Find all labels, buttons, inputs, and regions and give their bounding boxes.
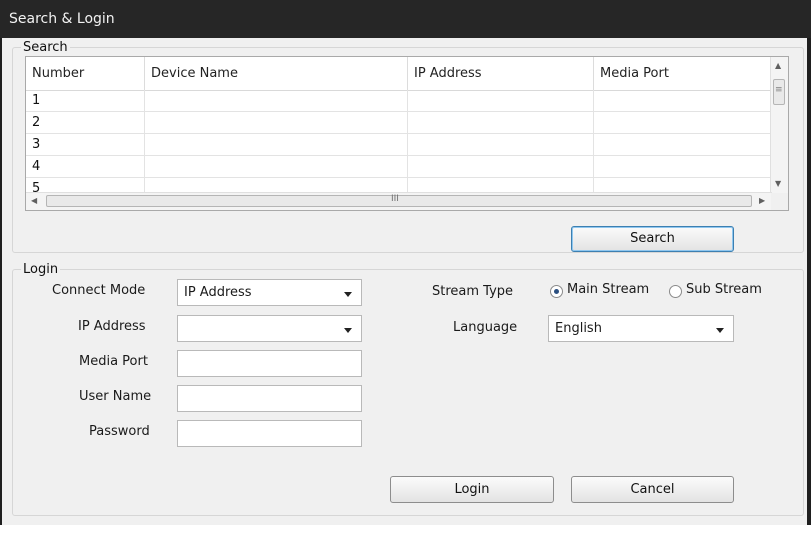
window-bottom-edge — [0, 525, 811, 539]
chevron-down-icon — [716, 328, 724, 333]
password-input[interactable] — [177, 420, 362, 447]
user-name-label: User Name — [79, 389, 152, 404]
cell-number: 4 — [26, 156, 145, 177]
cell-ip-address — [408, 112, 594, 133]
media-port-input[interactable] — [177, 350, 362, 377]
cell-media-port — [594, 156, 772, 177]
column-header-device-name[interactable]: Device Name — [145, 57, 408, 90]
cell-media-port — [594, 112, 772, 133]
chevron-down-icon — [344, 292, 352, 297]
sub-stream-radio[interactable] — [669, 285, 682, 298]
horizontal-scrollbar[interactable]: ◀ III ▶ — [26, 192, 772, 210]
device-table[interactable]: Number Device Name IP Address Media Port… — [25, 56, 789, 211]
language-select[interactable]: English — [548, 315, 734, 342]
scrollbar-corner — [771, 193, 788, 210]
login-group-title: Login — [21, 262, 61, 277]
user-name-input[interactable] — [177, 385, 362, 412]
search-login-window: Search & Login Search Number Device Name… — [0, 0, 811, 539]
ip-address-label: IP Address — [78, 319, 146, 334]
column-header-media-port[interactable]: Media Port — [594, 57, 772, 90]
table-row[interactable]: 3 — [26, 134, 772, 156]
vertical-scroll-thumb[interactable]: ≡ — [773, 79, 785, 105]
column-header-ip-address[interactable]: IP Address — [408, 57, 594, 90]
sub-stream-label[interactable]: Sub Stream — [686, 282, 762, 297]
table-row[interactable]: 1 — [26, 90, 772, 112]
cancel-button[interactable]: Cancel — [571, 476, 734, 503]
main-stream-label[interactable]: Main Stream — [567, 282, 649, 297]
cell-number: 3 — [26, 134, 145, 155]
vertical-scrollbar[interactable]: ▲ ≡ ▼ — [770, 57, 788, 194]
connect-mode-select[interactable]: IP Address — [177, 279, 362, 306]
scroll-left-arrow-icon[interactable]: ◀ — [31, 196, 37, 206]
scroll-down-arrow-icon[interactable]: ▼ — [775, 179, 781, 189]
horizontal-scroll-thumb[interactable]: III — [46, 194, 752, 207]
cell-number: 2 — [26, 112, 145, 133]
main-stream-radio[interactable] — [550, 285, 563, 298]
connect-mode-label: Connect Mode — [52, 283, 146, 298]
cell-ip-address — [408, 156, 594, 177]
cell-ip-address — [408, 90, 594, 111]
table-row[interactable]: 2 — [26, 112, 772, 134]
table-row[interactable]: 4 — [26, 156, 772, 178]
cell-device-name — [145, 112, 408, 133]
media-port-label: Media Port — [79, 354, 148, 369]
scroll-grip-icon: ≡ — [775, 85, 783, 95]
chevron-down-icon — [344, 328, 352, 333]
search-button[interactable]: Search — [571, 226, 734, 252]
scroll-right-arrow-icon[interactable]: ▶ — [759, 196, 765, 206]
cell-media-port — [594, 90, 772, 111]
scroll-up-arrow-icon[interactable]: ▲ — [775, 61, 781, 71]
language-label: Language — [453, 320, 518, 335]
cell-ip-address — [408, 134, 594, 155]
connect-mode-value: IP Address — [184, 285, 252, 300]
cell-device-name — [145, 156, 408, 177]
column-header-number[interactable]: Number — [26, 57, 145, 90]
login-button[interactable]: Login — [390, 476, 554, 503]
search-group-title: Search — [21, 40, 70, 55]
table-header: Number Device Name IP Address Media Port — [26, 57, 772, 91]
password-label: Password — [89, 424, 150, 439]
scroll-grip-icon: III — [391, 194, 399, 204]
cell-number: 1 — [26, 90, 145, 111]
cell-device-name — [145, 134, 408, 155]
stream-type-label: Stream Type — [432, 284, 514, 299]
window-title: Search & Login — [0, 0, 811, 38]
language-value: English — [555, 321, 602, 336]
cell-device-name — [145, 90, 408, 111]
cell-media-port — [594, 134, 772, 155]
ip-address-select[interactable] — [177, 315, 362, 342]
